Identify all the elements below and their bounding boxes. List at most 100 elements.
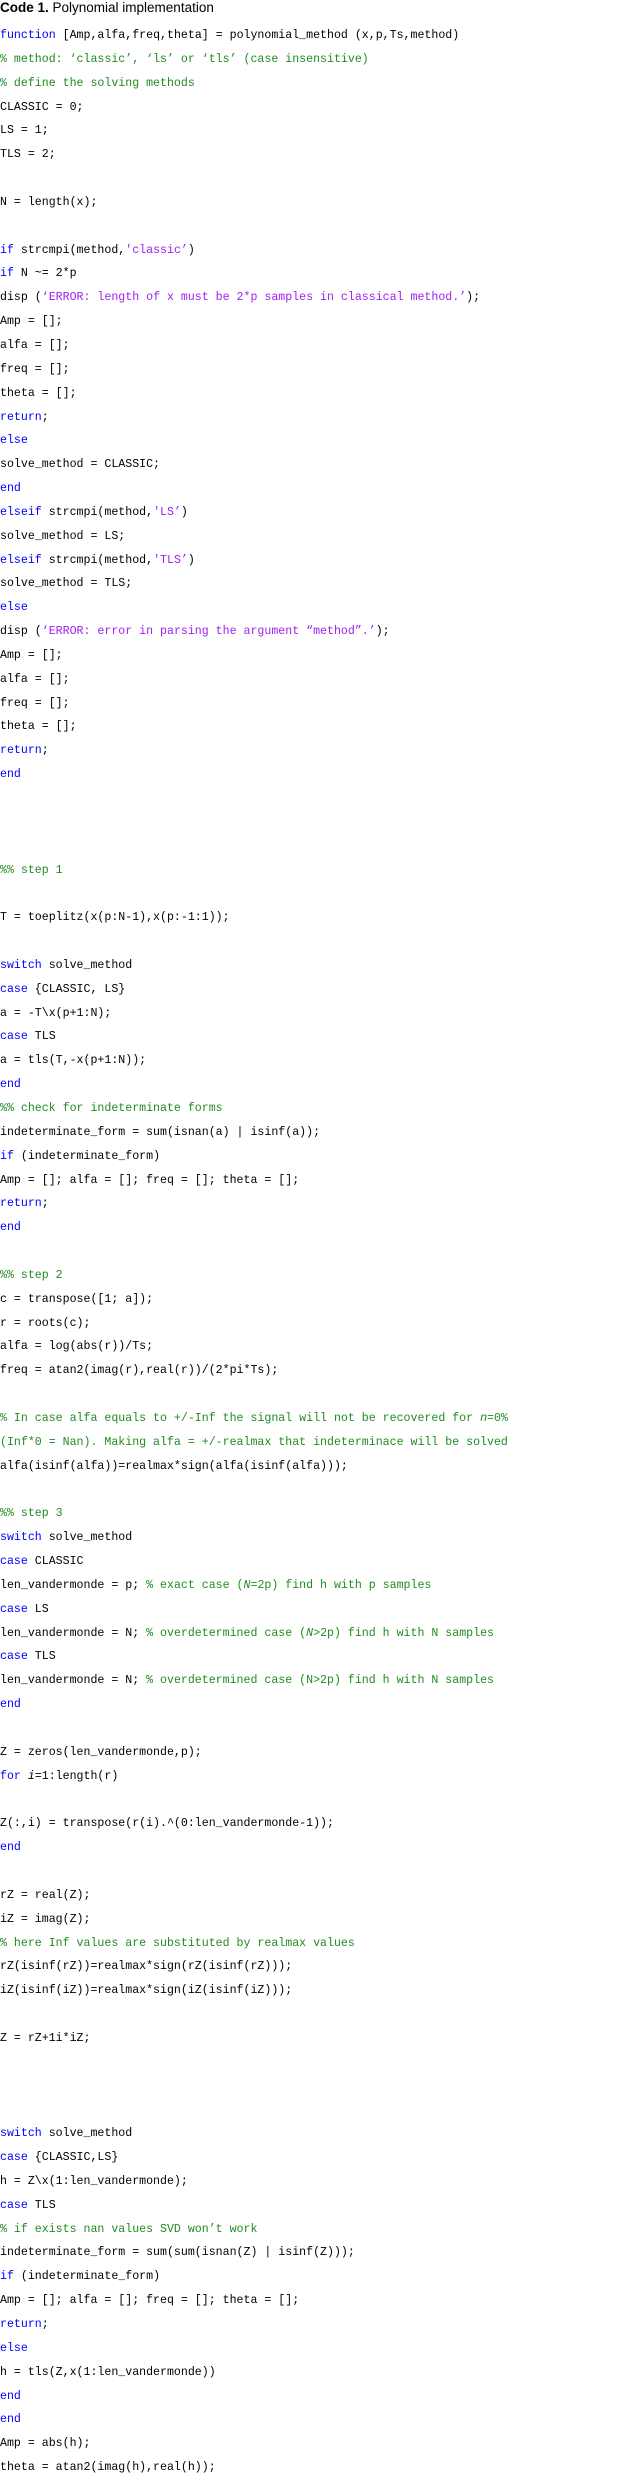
code-line: Amp = []; alfa = []; freq = []; theta = … [0,1169,618,1193]
code-text-token: Amp = []; alfa = []; freq = []; theta = … [0,1173,300,1187]
code-text-token: Z(:,i) = transpose(r(i).^(0:len_vandermo… [0,1817,334,1831]
code-line: switch solve_method [0,954,618,978]
code-line: end [0,1073,618,1097]
code-line: % here Inf values are substituted by rea… [0,1932,618,1956]
code-line: a = tls(T,-x(p+1:N)); [0,1049,618,1073]
code-text-token: theta = []; [0,386,77,400]
keyword-token: case [0,2151,28,2165]
code-text-token: rZ(isinf(rZ))=realmax*sign(rZ(isinf(rZ))… [0,1960,293,1974]
code-text-token: len_vandermonde = p; [0,1578,147,1592]
code-line: end [0,2408,618,2432]
code-line: if strcmpi(method,'classic’) [0,239,618,263]
keyword-token: elseif [0,505,42,519]
keyword-token: end [0,1698,21,1712]
keyword-token: else [0,601,28,615]
comment-token: % In case alfa equals to +/-Inf the sign… [0,1411,481,1425]
comment-token: (Inf*0 = Nan). Making alfa = +/-realmax … [0,1435,508,1449]
comment-token: % define the solving methods [0,76,195,90]
keyword-token: return [0,410,42,424]
code-line: end [0,2385,618,2409]
code-text-token: LS [27,1602,49,1616]
code-text-token: freq = []; [0,696,70,710]
code-text-token: indeterminate_form = sum(sum(isnan(Z) | … [0,2246,355,2260]
code-line: alfa = []; [0,668,618,692]
code-text-token: alfa = []; [0,672,70,686]
keyword-token: switch [0,958,42,972]
code-line: Amp = abs(h); [0,2432,618,2456]
code-line: TLS = 2; [0,143,618,167]
code-text-token: (indeterminate_form) [13,2270,161,2284]
code-text-token: ) [187,243,195,257]
code-line: % method: ‘classic’, ‘ls’ or ‘tls’ (case… [0,48,618,72]
code-line: len_vandermonde = p; % exact case (N=2p)… [0,1574,618,1598]
code-text-token: {CLASSIC, LS} [27,982,126,996]
keyword-token: case [0,1030,28,1044]
code-text-italic-token: i [27,1769,35,1783]
code-line: h = tls(Z,x(1:len_vandermonde)) [0,2361,618,2385]
code-text-token: TLS [27,2198,56,2212]
code-text-token: N = length(x); [0,195,98,209]
code-line: iZ(isinf(iZ))=realmax*sign(iZ(isinf(iZ))… [0,1979,618,2003]
code-text-token: solve_method = CLASSIC; [0,458,161,472]
code-line: end [0,1693,618,1717]
code-line: indeterminate_form = sum(sum(isnan(Z) | … [0,2241,618,2265]
code-line: c = transpose([1; a]); [0,1288,618,1312]
code-line: N = length(x); [0,191,618,215]
keyword-token: case [0,1650,28,1664]
code-line: (Inf*0 = Nan). Making alfa = +/-realmax … [0,1431,618,1455]
code-text-token: LS = 1; [0,124,49,138]
code-line: T = toeplitz(x(p:N-1),x(p:-1:1)); [0,906,618,930]
code-text-token: CLASSIC = 0; [0,100,84,114]
code-line: %% step 3 [0,1502,618,1526]
code-text-token: Amp = []; [0,648,63,662]
code-line: Amp = []; [0,644,618,668]
keyword-token: return [0,2318,42,2331]
code-line: %% check for indeterminate forms [0,1097,618,1121]
comment-token: %% step 1 [0,863,63,877]
code-line: end [0,1836,618,1860]
code-line: if (indeterminate_form) [0,1145,618,1169]
code-line: case TLS [0,1645,618,1669]
code-line: else [0,429,618,453]
code-text-token: Z = rZ+1i*iZ; [0,2031,91,2045]
comment-token: %% check for indeterminate forms [0,1101,223,1115]
string-token: 'classic’ [125,243,188,257]
code-text-token: Amp = []; alfa = []; freq = []; theta = … [0,2294,300,2308]
code-text-token: a = tls(T,-x(p+1:N)); [0,1054,147,1068]
code-caption: Code 1. Polynomial implementation [0,0,214,16]
code-text-token: disp ( [0,291,42,305]
code-text-token: len_vandermonde = N; [0,1674,147,1688]
code-text-token: TLS = 2; [0,148,56,162]
code-line: case {CLASSIC, LS} [0,978,618,1002]
code-text-token: strcmpi(method, [13,243,126,257]
comment-token: % overdetermined case ( [146,1626,307,1640]
string-token: ‘ERROR: length of x must be 2*p samples … [41,291,467,305]
comment-token: =0% [487,1411,508,1425]
code-text-token: iZ = imag(Z); [0,1912,91,1926]
string-token: 'TLS’ [153,553,188,567]
comment-italic-token: n [480,1411,488,1425]
code-text-token: a = -T\x(p+1:N); [0,1006,112,1020]
code-line: disp (‘ERROR: error in parsing the argum… [0,620,618,644]
keyword-token: end [0,1221,21,1235]
code-text-token: alfa = log(abs(r))/Ts; [0,1340,154,1354]
code-text-token: Z = zeros(len_vandermonde,p); [0,1745,202,1759]
keyword-token: case [0,1555,28,1568]
code-line: disp (‘ERROR: length of x must be 2*p sa… [0,286,618,310]
comment-token: >2p) find h with N samples [313,1626,495,1640]
code-text-token: strcmpi(method, [41,505,154,519]
code-line: theta = []; [0,715,618,739]
code-line: theta = []; [0,382,618,406]
keyword-token: end [0,2389,21,2403]
keyword-token: if [0,267,14,281]
